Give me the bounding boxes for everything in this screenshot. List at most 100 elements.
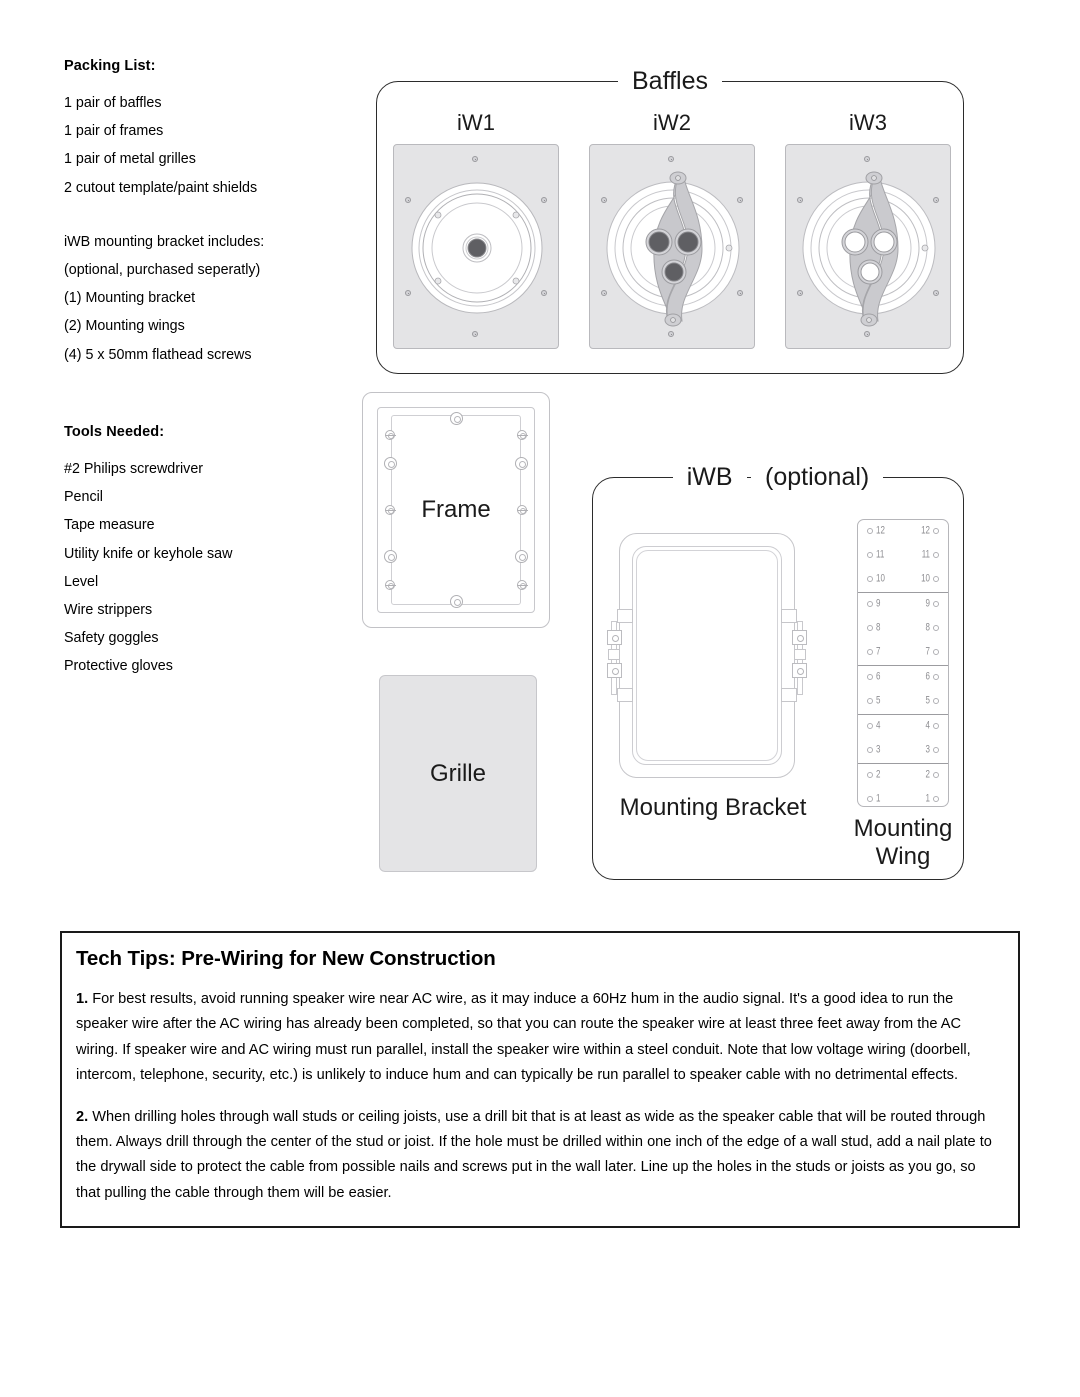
baffle-iw2-drawing (606, 171, 740, 327)
baffles-panel-legend: Baffles (377, 66, 963, 96)
wing-hole-icon (867, 576, 873, 582)
tools-item: Level (64, 573, 99, 590)
wing-hole-icon (933, 698, 939, 704)
plate-screw-icon (737, 290, 743, 296)
tools-item: Safety goggles (64, 630, 159, 647)
tech-tips-paragraph-1-number: 1. (76, 991, 89, 1007)
wing-hole-icon (933, 747, 939, 753)
wing-hole-icon (933, 649, 939, 655)
baffle-iw1-plate (393, 144, 559, 349)
tech-tips-paragraph-2-number: 2. (76, 1108, 89, 1125)
mounting-wing-diagram: 12 12 11 11 10 10 9 9 8 8 7 7 6 6 5 5 4 … (857, 519, 949, 807)
wing-hole-icon (867, 747, 873, 753)
baffle-iw3: iW3 (785, 110, 951, 349)
wing-mark: 11 (921, 548, 930, 561)
plate-screw-icon (864, 156, 870, 162)
mounting-wing-label: Mounting Wing (841, 815, 965, 871)
iwb-legend-subtext: (optional) (751, 462, 884, 492)
packing-list-item: 1 pair of metal grilles (64, 151, 196, 168)
wing-hole-icon (867, 552, 873, 558)
bracket-clip (792, 630, 807, 645)
wing-mark: 9 (876, 597, 881, 610)
wing-hole-icon (933, 796, 939, 802)
iwb-panel-legend: iWB (optional) (593, 462, 963, 492)
wing-segment: 9 9 8 8 7 7 (858, 593, 948, 666)
wing-hole-icon (867, 649, 873, 655)
baffle-iw2-label: iW2 (653, 110, 691, 135)
iwb-panel: iWB (optional) Mounting Bracket 12 12 11… (592, 462, 965, 880)
wing-hole-icon (867, 674, 873, 680)
wing-hole-icon (867, 796, 873, 802)
tools-needed-heading: Tools Needed: (64, 424, 165, 440)
plate-screw-icon (472, 331, 478, 337)
wing-mark: 9 (925, 597, 930, 610)
plate-screw-icon (541, 290, 547, 296)
mounting-bracket-label: Mounting Bracket (619, 794, 807, 821)
tech-tips-box: Tech Tips: Pre-Wiring for New Constructi… (60, 931, 1020, 1228)
wing-mark: 12 (876, 524, 885, 537)
wing-hole-icon (867, 625, 873, 631)
wing-mark: 12 (921, 524, 930, 537)
wing-mark: 10 (921, 572, 930, 585)
bracket-inner-edge (636, 550, 778, 761)
frame-dog-icon (515, 550, 528, 563)
plate-screw-icon (933, 197, 939, 203)
bracket-clip (607, 630, 622, 645)
plate-screw-icon (797, 290, 803, 296)
frame-dog-icon (384, 550, 397, 563)
wing-row: 6 6 (858, 666, 948, 690)
bracket-tab (617, 688, 633, 702)
wing-mark: 1 (925, 792, 930, 805)
wing-hole-icon (867, 601, 873, 607)
wing-segment: 12 12 11 11 10 10 (858, 520, 948, 593)
bracket-tab (617, 609, 633, 623)
wing-hole-icon (867, 528, 873, 534)
tech-tips-paragraph-2-text: When drilling holes through wall studs o… (76, 1108, 992, 1201)
packing-list-item: 2 cutout template/paint shields (64, 179, 258, 196)
wing-mark: 4 (925, 719, 930, 732)
tools-item: Protective gloves (64, 658, 173, 675)
wing-mark: 11 (876, 548, 885, 561)
mounting-wing-label-line1: Mounting (853, 815, 953, 842)
wing-segment: 4 4 3 3 (858, 715, 948, 764)
wing-mark: 3 (876, 743, 881, 756)
plate-screw-icon (668, 331, 674, 337)
wing-mark: 4 (876, 719, 881, 732)
baffle-iw1-drawing (411, 182, 543, 314)
baffles-legend-text: Baffles (618, 66, 722, 96)
plate-screw-icon (864, 331, 870, 337)
baffles-panel: Baffles iW1 iW2 iW3 (376, 66, 964, 374)
plate-screw-icon (405, 197, 411, 203)
frame-dog-icon (517, 580, 528, 590)
bracket-slot (608, 649, 620, 660)
wing-hole-icon (933, 674, 939, 680)
tools-item: Pencil (64, 489, 103, 506)
frame-dog-icon (385, 580, 396, 590)
frame-dog-icon (450, 412, 463, 425)
tech-tips-paragraph-1-text: For best results, avoid running speaker … (76, 991, 971, 1084)
wing-hole-icon (867, 772, 873, 778)
wing-mark: 6 (876, 670, 881, 683)
iwb-includes-item: (4) 5 x 50mm flathead screws (64, 346, 252, 363)
mounting-bracket-diagram (607, 533, 807, 778)
grille-diagram: Grille (379, 675, 537, 872)
wing-mark: 6 (925, 670, 930, 683)
wing-mark: 2 (925, 768, 930, 781)
tech-tips-paragraph-1: 1. For best results, avoid running speak… (76, 987, 1002, 1089)
packing-list-item: 1 pair of baffles (64, 95, 162, 111)
frame-dog-icon (517, 505, 528, 515)
frame-dog-icon (385, 505, 396, 515)
frame-dog-icon (384, 457, 397, 470)
frame-diagram: Frame (362, 392, 550, 628)
wing-row: 3 3 (858, 739, 948, 763)
bracket-tab (781, 688, 797, 702)
tools-needed-section: Tools Needed: #2 Philips screwdriver Pen… (64, 424, 354, 681)
plate-screw-icon (472, 156, 478, 162)
wing-hole-icon (933, 625, 939, 631)
wing-row: 1 1 (858, 788, 948, 806)
plate-screw-icon (601, 290, 607, 296)
wing-row: 2 2 (858, 764, 948, 788)
tech-tips-paragraph-2: 2. When drilling holes through wall stud… (76, 1105, 1002, 1207)
wing-hole-icon (867, 698, 873, 704)
bracket-slot (794, 649, 806, 660)
